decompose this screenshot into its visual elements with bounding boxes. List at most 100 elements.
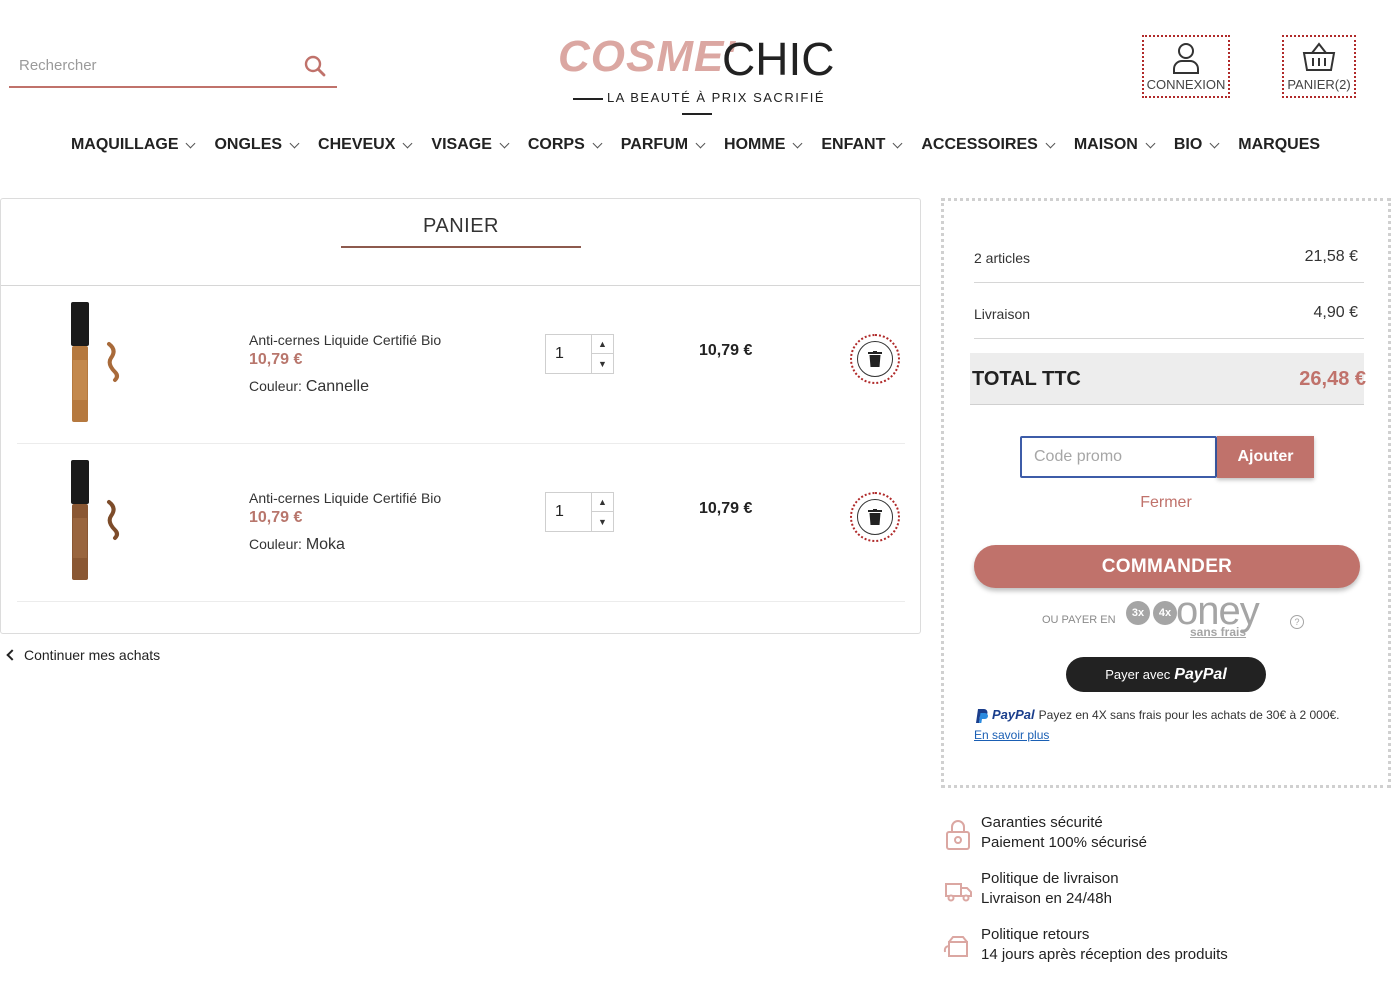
articles-value: 21,58 € [1304,248,1358,265]
nav-label: HOMME [724,136,786,153]
product-name[interactable]: Anti-cernes Liquide Certifié Bio [249,490,441,506]
login-label: CONNEXION [1146,77,1226,92]
product-name[interactable]: Anti-cernes Liquide Certifié Bio [249,332,441,348]
nav-label: ONGLES [214,136,283,153]
total-value: 26,48 € [1299,368,1366,390]
nav-item-ongles[interactable]: ONGLES [214,132,300,158]
chevron-down-icon [592,138,603,148]
nav-item-accessoires[interactable]: ACCESSOIRES [921,132,1056,158]
trash-icon [868,509,882,525]
variant-label: Couleur: [249,378,302,394]
variant-value: Cannelle [305,378,369,395]
chevron-down-icon [1209,138,1220,148]
checkout-button[interactable]: COMMANDER [974,545,1360,588]
learn-more-link[interactable]: En savoir plus [974,728,1374,742]
product-variant: Couleur: Cannelle [249,378,369,396]
cart-button[interactable]: PANIER(2) [1282,35,1356,98]
nav-label: MARQUES [1238,136,1321,153]
remove-item-button[interactable] [850,334,900,384]
chevron-up-icon[interactable]: ▲ [592,335,613,354]
guarantee-subtitle: Livraison en 24/48h [981,890,1112,907]
nav-item-cheveux[interactable]: CHEVEUX [318,132,413,158]
oney-3x-badge: 3x [1126,601,1150,625]
quantity-input[interactable]: 1 [555,503,564,521]
chevron-down-icon [1045,138,1056,148]
oney-sans-frais: sans frais [1190,625,1247,639]
close-promo-link[interactable]: Fermer [944,494,1388,512]
product-image[interactable] [57,300,137,426]
variant-value: Moka [305,536,345,553]
help-icon[interactable]: ? [1290,615,1304,629]
product-unit-price: 10,79 € [249,351,303,368]
nav-item-corps[interactable]: CORPS [527,132,603,158]
cart-row: Anti-cernes Liquide Certifié Bio 10,79 €… [17,286,905,444]
variant-label: Couleur: [249,536,302,552]
chevron-down-icon [792,138,803,148]
nav-label: MAISON [1073,136,1138,153]
product-image[interactable] [57,458,137,584]
chevron-left-icon [6,649,18,661]
chevron-up-icon[interactable]: ▲ [592,493,613,512]
nav-item-maison[interactable]: MAISON [1073,132,1156,158]
guarantee-subtitle: 14 jours après réception des produits [981,946,1228,963]
nav-item-visage[interactable]: VISAGE [431,132,510,158]
guarantee-title: Politique retours [981,926,1090,943]
return-box-icon [943,936,968,957]
shipping-label: Livraison [974,306,1031,322]
remove-item-button[interactable] [850,492,900,542]
paypal-button[interactable]: Payer avec PayPal [1066,657,1266,692]
product-variant: Couleur: Moka [249,536,345,554]
quantity-stepper[interactable]: 1 ▲ ▼ [545,492,614,532]
nav-item-bio[interactable]: BIO [1173,132,1220,158]
paypal-icon [976,708,988,723]
guarantee-title: Politique de livraison [981,870,1119,887]
cart-panel: PANIER Anti-cernes Liquide Certifié Bio … [0,198,921,634]
divider [974,282,1364,283]
search-bar[interactable]: Rechercher [9,44,337,88]
nav-label: MAQUILLAGE [70,136,179,153]
guarantee-title: Garanties sécurité [981,814,1103,831]
nav-label: BIO [1173,136,1203,153]
login-button[interactable]: CONNEXION [1142,35,1230,98]
cart-title: PANIER [341,215,581,248]
nav-item-parfum[interactable]: PARFUM [621,132,706,158]
promo-placeholder: Code promo [1034,448,1123,465]
site-logo[interactable]: COSME' CHIC LA BEAUTÉ À PRIX SACRIFIÉ [556,30,836,110]
chevron-down-icon [1145,138,1156,148]
nav-label: CORPS [527,136,585,153]
trash-icon [868,351,882,367]
logo-cosme: COSME' [558,32,736,81]
product-unit-price: 10,79 € [249,509,303,526]
quantity-stepper[interactable]: 1 ▲ ▼ [545,334,614,374]
chevron-down-icon [499,138,510,148]
chevron-down-icon [289,138,300,148]
user-icon [1173,43,1199,74]
search-input[interactable]: Rechercher [19,57,97,74]
continue-shopping-link[interactable]: Continuer mes achats [6,647,160,663]
chevron-down-icon[interactable]: ▼ [592,512,613,531]
row-total: 10,79 € [699,342,753,359]
basket-icon [1302,42,1336,71]
nav-item-marques[interactable]: MARQUES [1238,132,1320,158]
promo-code-input[interactable]: Code promo [1020,436,1217,478]
order-summary: 2 articles 21,58 € Livraison 4,90 € TOTA… [941,198,1391,788]
main-nav: MAQUILLAGE ONGLES CHEVEUX VISAGE CORPS P… [0,132,1391,158]
search-icon[interactable] [303,54,327,78]
oney-4x-badge: 4x [1153,601,1177,625]
chevron-down-icon [892,138,903,148]
nav-label: ENFANT [821,136,886,153]
guarantee-security: Garanties sécurité Paiement 100% sécuris… [942,814,1362,858]
paypal-info: PayPal Payez en 4X sans frais pour les ac… [974,707,1374,742]
nav-item-enfant[interactable]: ENFANT [821,132,903,158]
lock-icon [946,820,970,850]
nav-item-homme[interactable]: HOMME [724,132,803,158]
nav-item-maquillage[interactable]: MAQUILLAGE [70,132,196,158]
cart-label: PANIER(2) [1287,77,1351,92]
divider [974,338,1364,339]
quantity-input[interactable]: 1 [555,345,564,363]
oney-prefix: OU PAYER EN [1042,614,1116,626]
oney-payment-option[interactable]: OU PAYER EN 3x 4x oney sans frais ? [1042,589,1312,641]
truck-icon [945,883,972,902]
chevron-down-icon[interactable]: ▼ [592,354,613,373]
apply-promo-button[interactable]: Ajouter [1217,436,1314,478]
